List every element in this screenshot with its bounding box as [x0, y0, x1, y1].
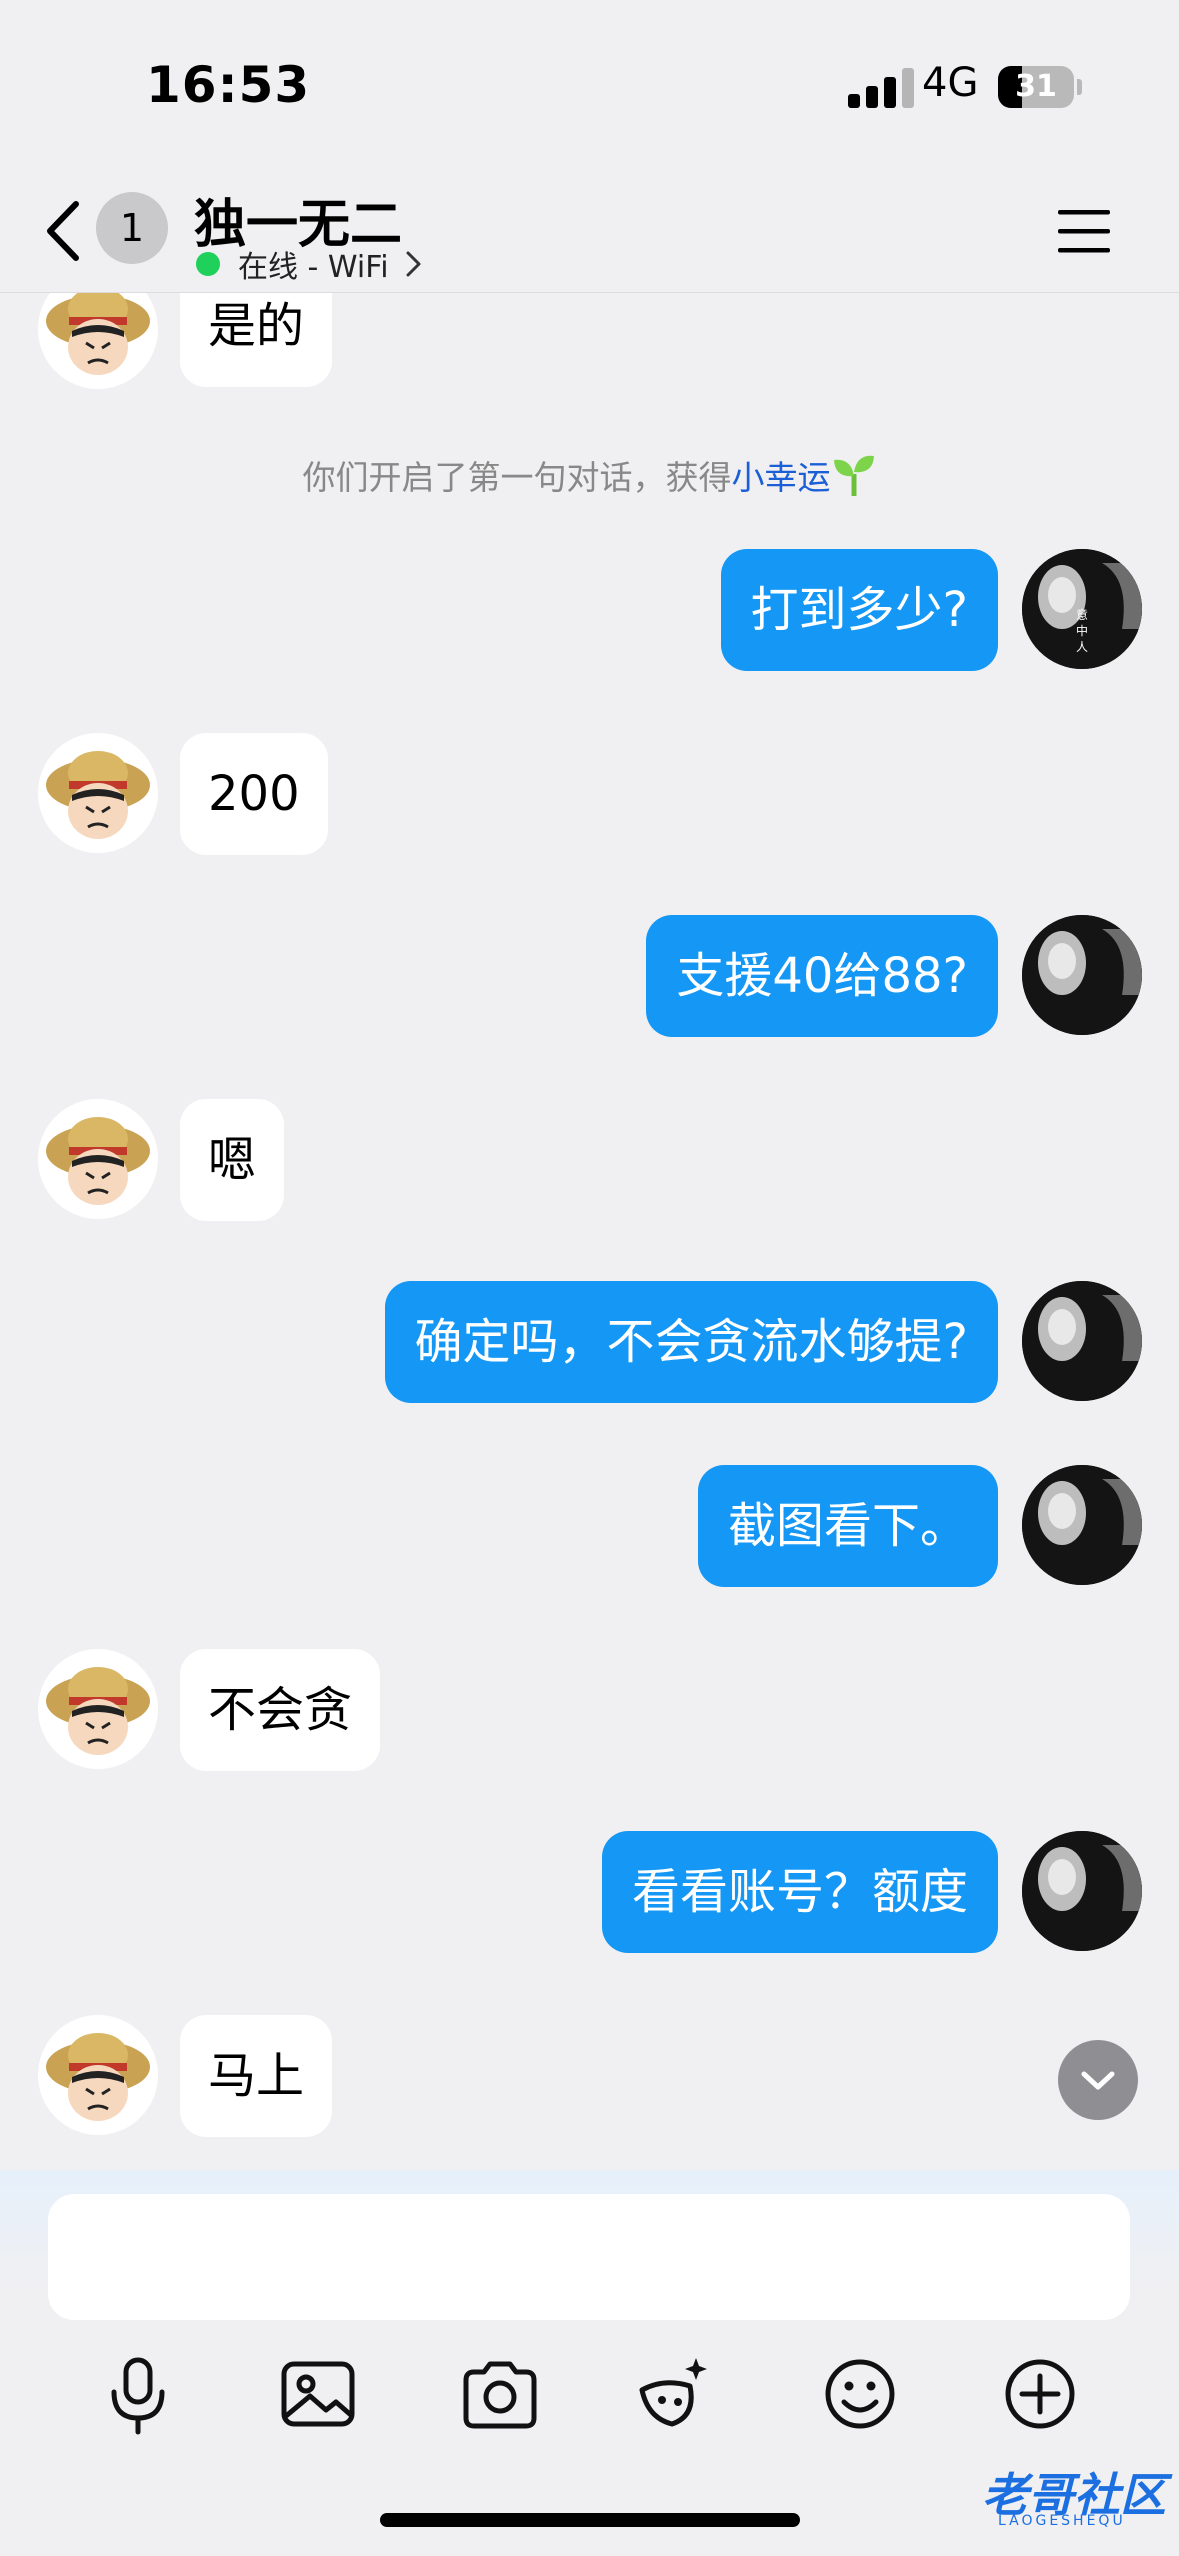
chevron-right-icon: [406, 251, 421, 277]
status-bar: 16:53 4G 31: [0, 0, 1179, 170]
sprout-icon: [833, 455, 874, 496]
outgoing-message[interactable]: 打到多少?: [720, 549, 998, 671]
status-time: 16:53: [146, 56, 311, 114]
portrait-photo-icon: [1022, 1281, 1142, 1401]
network-type: 4G: [922, 60, 979, 106]
incoming-message[interactable]: 嗯: [180, 1099, 285, 1221]
scroll-to-bottom-button[interactable]: [1058, 2040, 1138, 2120]
plus-icon[interactable]: [998, 2352, 1082, 2436]
system-notice-text: 你们开启了第一句对话，获得: [302, 458, 732, 497]
straw-hat-face-icon: [46, 1667, 150, 1755]
portrait-photo-icon: [1022, 1465, 1142, 1585]
chat-header: 1 独一无二 在线 - WiFi: [0, 170, 1179, 293]
battery-percent: 31: [1015, 69, 1057, 104]
my-avatar[interactable]: 意 中 人: [1022, 549, 1142, 669]
contact-avatar[interactable]: [38, 293, 158, 389]
presence-status[interactable]: 在线 - WiFi: [196, 242, 423, 286]
my-avatar[interactable]: [1022, 915, 1142, 1035]
straw-hat-face-icon: [46, 751, 150, 839]
incoming-message[interactable]: 马上: [180, 2015, 333, 2137]
presence-text: 在线 - WiFi: [238, 250, 389, 285]
message-input[interactable]: [48, 2194, 1130, 2320]
incoming-message[interactable]: 200: [180, 733, 328, 855]
unread-count-badge[interactable]: 1: [96, 192, 168, 264]
outgoing-message[interactable]: 确定吗，不会贪流水够提?: [384, 1281, 998, 1403]
contact-avatar[interactable]: [38, 1649, 158, 1769]
my-avatar[interactable]: [1022, 1281, 1142, 1401]
message-list[interactable]: 是的 你们开启了第一句对话，获得 小幸运 意 中 人 打到多少? 200 支援4…: [0, 293, 1179, 2170]
microphone-icon[interactable]: [96, 2352, 180, 2436]
contact-avatar[interactable]: [38, 1099, 158, 1219]
menu-icon[interactable]: [1056, 208, 1112, 254]
system-notice: 你们开启了第一句对话，获得 小幸运: [0, 451, 1179, 499]
my-avatar[interactable]: [1022, 1465, 1142, 1585]
chevron-down-icon: [1081, 2071, 1115, 2090]
incoming-message[interactable]: 不会贪: [180, 1649, 381, 1771]
contact-avatar[interactable]: [38, 733, 158, 853]
avatar-caption-char: 中: [1076, 623, 1088, 638]
battery-tip: [1077, 79, 1082, 95]
battery-icon: 31: [998, 66, 1074, 108]
avatar-caption-char: 人: [1076, 640, 1088, 654]
portrait-photo-icon: 意 中 人: [1022, 549, 1142, 669]
my-avatar[interactable]: [1022, 1831, 1142, 1951]
back-chevron-icon[interactable]: [36, 196, 96, 266]
portrait-photo-icon: [1022, 1831, 1142, 1951]
home-indicator[interactable]: [380, 2513, 800, 2527]
sticker-icon[interactable]: [634, 2352, 718, 2436]
watermark-subtext: LAOGESHEQU: [998, 2513, 1126, 2529]
avatar-caption-char: 意: [1076, 607, 1088, 622]
straw-hat-face-icon: [46, 2033, 150, 2121]
online-dot-icon: [196, 252, 220, 276]
image-icon[interactable]: [276, 2352, 360, 2436]
straw-hat-face-icon: [46, 293, 150, 375]
lucky-link[interactable]: 小幸运: [732, 451, 831, 499]
camera-icon[interactable]: [458, 2352, 542, 2436]
outgoing-message[interactable]: 截图看下。: [697, 1465, 998, 1587]
emoji-icon[interactable]: [818, 2352, 902, 2436]
contact-avatar[interactable]: [38, 2015, 158, 2135]
portrait-photo-icon: [1022, 915, 1142, 1035]
incoming-message[interactable]: 是的: [180, 293, 333, 387]
straw-hat-face-icon: [46, 1117, 150, 1205]
outgoing-message[interactable]: 看看账号？额度: [601, 1831, 998, 1953]
cellular-signal-icon: [848, 68, 914, 108]
watermark-logo: 老哥社区 LAOGESHEQU: [940, 2455, 1170, 2540]
outgoing-message[interactable]: 支援40给88?: [646, 915, 998, 1037]
